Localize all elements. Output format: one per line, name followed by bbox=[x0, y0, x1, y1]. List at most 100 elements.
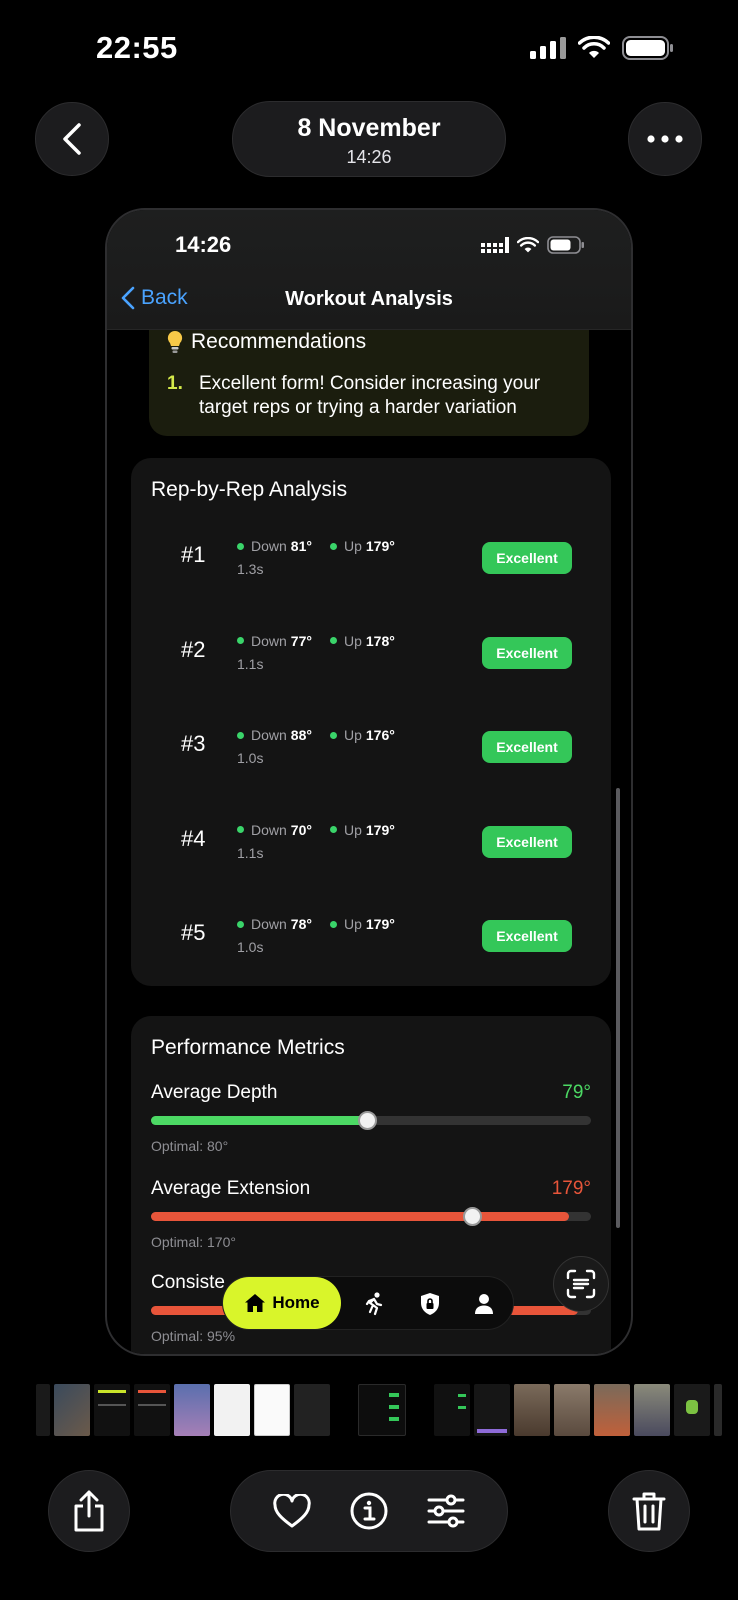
tab-profile[interactable] bbox=[471, 1291, 497, 1317]
thumbnail-selected[interactable] bbox=[358, 1384, 406, 1436]
rep-row: #1 Down 81° Up 179° 1.3s Excellent bbox=[131, 528, 611, 588]
thumbnail[interactable] bbox=[294, 1384, 330, 1436]
thumbnail-strip[interactable] bbox=[36, 1384, 722, 1436]
up-angle: 178° bbox=[365, 632, 395, 649]
info-button[interactable] bbox=[350, 1492, 388, 1530]
recommendation-text-line1: Excellent form! Consider increasing your bbox=[199, 373, 541, 394]
thumbnail[interactable] bbox=[94, 1384, 130, 1436]
status-dot bbox=[329, 637, 337, 644]
chevron-left-icon bbox=[63, 123, 81, 155]
share-icon bbox=[74, 1490, 104, 1532]
down-label: Down bbox=[251, 821, 287, 838]
rep-angles: Down 77° Up 178° bbox=[237, 633, 409, 649]
thumbnail[interactable] bbox=[214, 1384, 250, 1436]
status-dot bbox=[329, 920, 337, 928]
metric-optimal: Optimal: 95% bbox=[151, 1328, 236, 1344]
rep-number: #3 bbox=[181, 731, 206, 756]
more-button[interactable] bbox=[628, 102, 702, 176]
metric-bar-knob[interactable] bbox=[463, 1207, 483, 1226]
rep-quality-badge: Excellent bbox=[482, 542, 572, 574]
thumbnail[interactable] bbox=[554, 1384, 590, 1436]
rep-row: #3 Down 88° Up 176° 1.0s Excellent bbox=[131, 717, 611, 777]
recommendations-card: Recommendations 1. Excellent form! Consi… bbox=[149, 330, 589, 436]
rep-row: #4 Down 70° Up 179° 1.1s Excellent bbox=[131, 812, 611, 872]
metric-bar[interactable] bbox=[151, 1111, 591, 1130]
inner-status-time: 14:26 bbox=[175, 232, 232, 257]
profile-icon bbox=[475, 1294, 493, 1314]
date-pill[interactable]: 8 November 14:26 bbox=[232, 101, 506, 177]
thumbnail[interactable] bbox=[36, 1384, 50, 1436]
thumbnail[interactable] bbox=[474, 1384, 510, 1436]
back-button[interactable] bbox=[35, 102, 109, 176]
thumbnail[interactable] bbox=[674, 1384, 710, 1436]
system-status-bar: 22:55 bbox=[0, 0, 738, 100]
down-label: Down bbox=[251, 538, 287, 554]
tab-security[interactable] bbox=[417, 1291, 443, 1317]
rep-number: #5 bbox=[181, 920, 206, 945]
metric-bar[interactable] bbox=[151, 1207, 591, 1226]
rep-quality-badge: Excellent bbox=[482, 920, 572, 952]
signal-icon bbox=[530, 37, 566, 59]
thumbnail[interactable] bbox=[714, 1384, 722, 1436]
rep-duration: 1.1s bbox=[237, 655, 264, 672]
scan-text-button[interactable] bbox=[553, 1256, 609, 1312]
thumbnail[interactable] bbox=[514, 1384, 550, 1436]
favorite-button[interactable] bbox=[272, 1494, 311, 1528]
thumbnail[interactable] bbox=[174, 1384, 210, 1436]
metric-optimal: Optimal: 80° bbox=[151, 1138, 229, 1154]
rep-angles: Down 70° Up 179° bbox=[237, 822, 409, 838]
thumbnail-gap bbox=[410, 1384, 430, 1436]
thumbnail[interactable] bbox=[594, 1384, 630, 1436]
rep-analysis-card: Rep-by-Rep Analysis #1 Down 81° Up 179° 1.3s E… bbox=[131, 458, 611, 986]
down-angle: 77° bbox=[290, 632, 312, 649]
metric-optimal: Optimal: 170° bbox=[151, 1234, 236, 1250]
delete-button[interactable] bbox=[608, 1470, 690, 1552]
scroll-content[interactable]: Recommendations 1. Excellent form! Consi… bbox=[107, 330, 631, 1354]
down-angle: 81° bbox=[290, 538, 312, 554]
battery-icon bbox=[547, 236, 584, 254]
rep-row: #2 Down 77° Up 178° 1.1s Excellent bbox=[131, 623, 611, 683]
down-angle: 70° bbox=[290, 821, 312, 838]
up-label: Up bbox=[343, 538, 362, 554]
rep-angles: Down 88° Up 176° bbox=[237, 727, 409, 743]
tab-home-label: Home bbox=[272, 1293, 320, 1312]
status-time: 22:55 bbox=[96, 30, 178, 65]
rep-duration: 1.0s bbox=[237, 939, 264, 955]
action-pill bbox=[230, 1470, 508, 1552]
up-angle: 179° bbox=[365, 916, 395, 932]
thumbnail[interactable] bbox=[634, 1384, 670, 1436]
rep-duration: 1.1s bbox=[237, 844, 264, 861]
photo-time: 14:26 bbox=[346, 147, 392, 167]
rep-row: #5 Down 78° Up 179° 1.0s Excellent bbox=[131, 906, 611, 966]
rep-number: #2 bbox=[181, 636, 206, 662]
up-label: Up bbox=[343, 632, 362, 649]
app-header: 14:26 Back Workout Analysis bbox=[107, 210, 631, 330]
photo-date: 8 November bbox=[297, 114, 441, 142]
tab-workout[interactable] bbox=[361, 1291, 387, 1317]
down-angle: 88° bbox=[290, 727, 312, 743]
thumbnail[interactable] bbox=[54, 1384, 90, 1436]
recommendation-item: 1. Excellent form! Consider increasing y… bbox=[167, 372, 540, 420]
up-angle: 179° bbox=[365, 538, 395, 554]
ellipsis-icon bbox=[647, 135, 683, 143]
metric-bar-knob[interactable] bbox=[357, 1111, 377, 1130]
up-label: Up bbox=[343, 727, 362, 743]
tab-home[interactable]: Home bbox=[223, 1277, 341, 1329]
share-button[interactable] bbox=[48, 1470, 130, 1552]
tab-bar: Home bbox=[222, 1276, 514, 1330]
thumbnail[interactable] bbox=[254, 1384, 290, 1436]
adjust-button[interactable] bbox=[427, 1494, 465, 1528]
rep-number: #4 bbox=[181, 825, 206, 851]
status-icons bbox=[530, 36, 674, 60]
metric-label: Average Depth bbox=[151, 1082, 278, 1103]
recommendation-number: 1. bbox=[167, 373, 183, 394]
thumbnail[interactable] bbox=[134, 1384, 170, 1436]
thumbnail[interactable] bbox=[434, 1384, 470, 1436]
up-label: Up bbox=[343, 916, 362, 932]
heart-icon bbox=[272, 1494, 311, 1528]
wifi-icon bbox=[517, 236, 539, 252]
rep-quality-badge: Excellent bbox=[482, 731, 572, 763]
thumbnail-gap bbox=[334, 1384, 354, 1436]
trash-icon bbox=[632, 1492, 666, 1531]
up-label: Up bbox=[343, 821, 362, 838]
